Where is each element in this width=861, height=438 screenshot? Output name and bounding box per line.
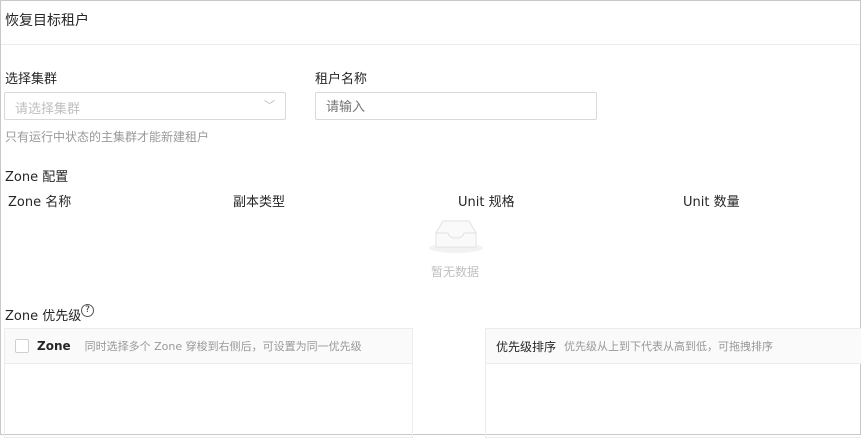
cluster-select[interactable]: 请选择集群 ﹀ xyxy=(4,92,286,120)
tenant-name-input[interactable] xyxy=(315,92,597,120)
divider xyxy=(1,44,860,45)
zone-hint: 同时选择多个 Zone 穿梭到右侧后，可设置为同一优先级 xyxy=(84,340,362,353)
column-replica-type: 副本类型 xyxy=(233,195,286,210)
empty-text: 暂无数据 xyxy=(431,265,480,279)
priority-header: 优先级排序 xyxy=(496,339,557,354)
cluster-placeholder: 请选择集群 xyxy=(15,102,81,117)
column-unit-count: Unit 数量 xyxy=(683,195,740,210)
help-icon[interactable]: ? xyxy=(81,304,94,317)
empty-inbox-icon xyxy=(429,220,483,253)
chevron-down-icon: ﹀ xyxy=(264,99,275,112)
cluster-hint: 只有运行中状态的主集群才能新建租户 xyxy=(5,130,210,144)
priority-hint: 优先级从上到下代表从高到低，可拖拽排序 xyxy=(564,340,774,353)
zone-source-panel: Zone 同时选择多个 Zone 穿梭到右侧后，可设置为同一优先级 xyxy=(4,328,413,438)
column-unit-spec: Unit 规格 xyxy=(458,195,515,210)
zone-header: Zone xyxy=(37,339,71,353)
page-title: 恢复目标租户 xyxy=(5,13,89,29)
tenant-label: 租户名称 xyxy=(315,72,368,87)
priority-sort-panel: 优先级排序 优先级从上到下代表从高到低，可拖拽排序 xyxy=(485,328,861,438)
column-zone-name: Zone 名称 xyxy=(8,195,72,210)
zone-priority-title: Zone 优先级 xyxy=(5,309,82,324)
zone-config-title: Zone 配置 xyxy=(5,170,69,185)
cluster-label: 选择集群 xyxy=(5,72,58,87)
select-all-checkbox[interactable] xyxy=(15,339,29,353)
